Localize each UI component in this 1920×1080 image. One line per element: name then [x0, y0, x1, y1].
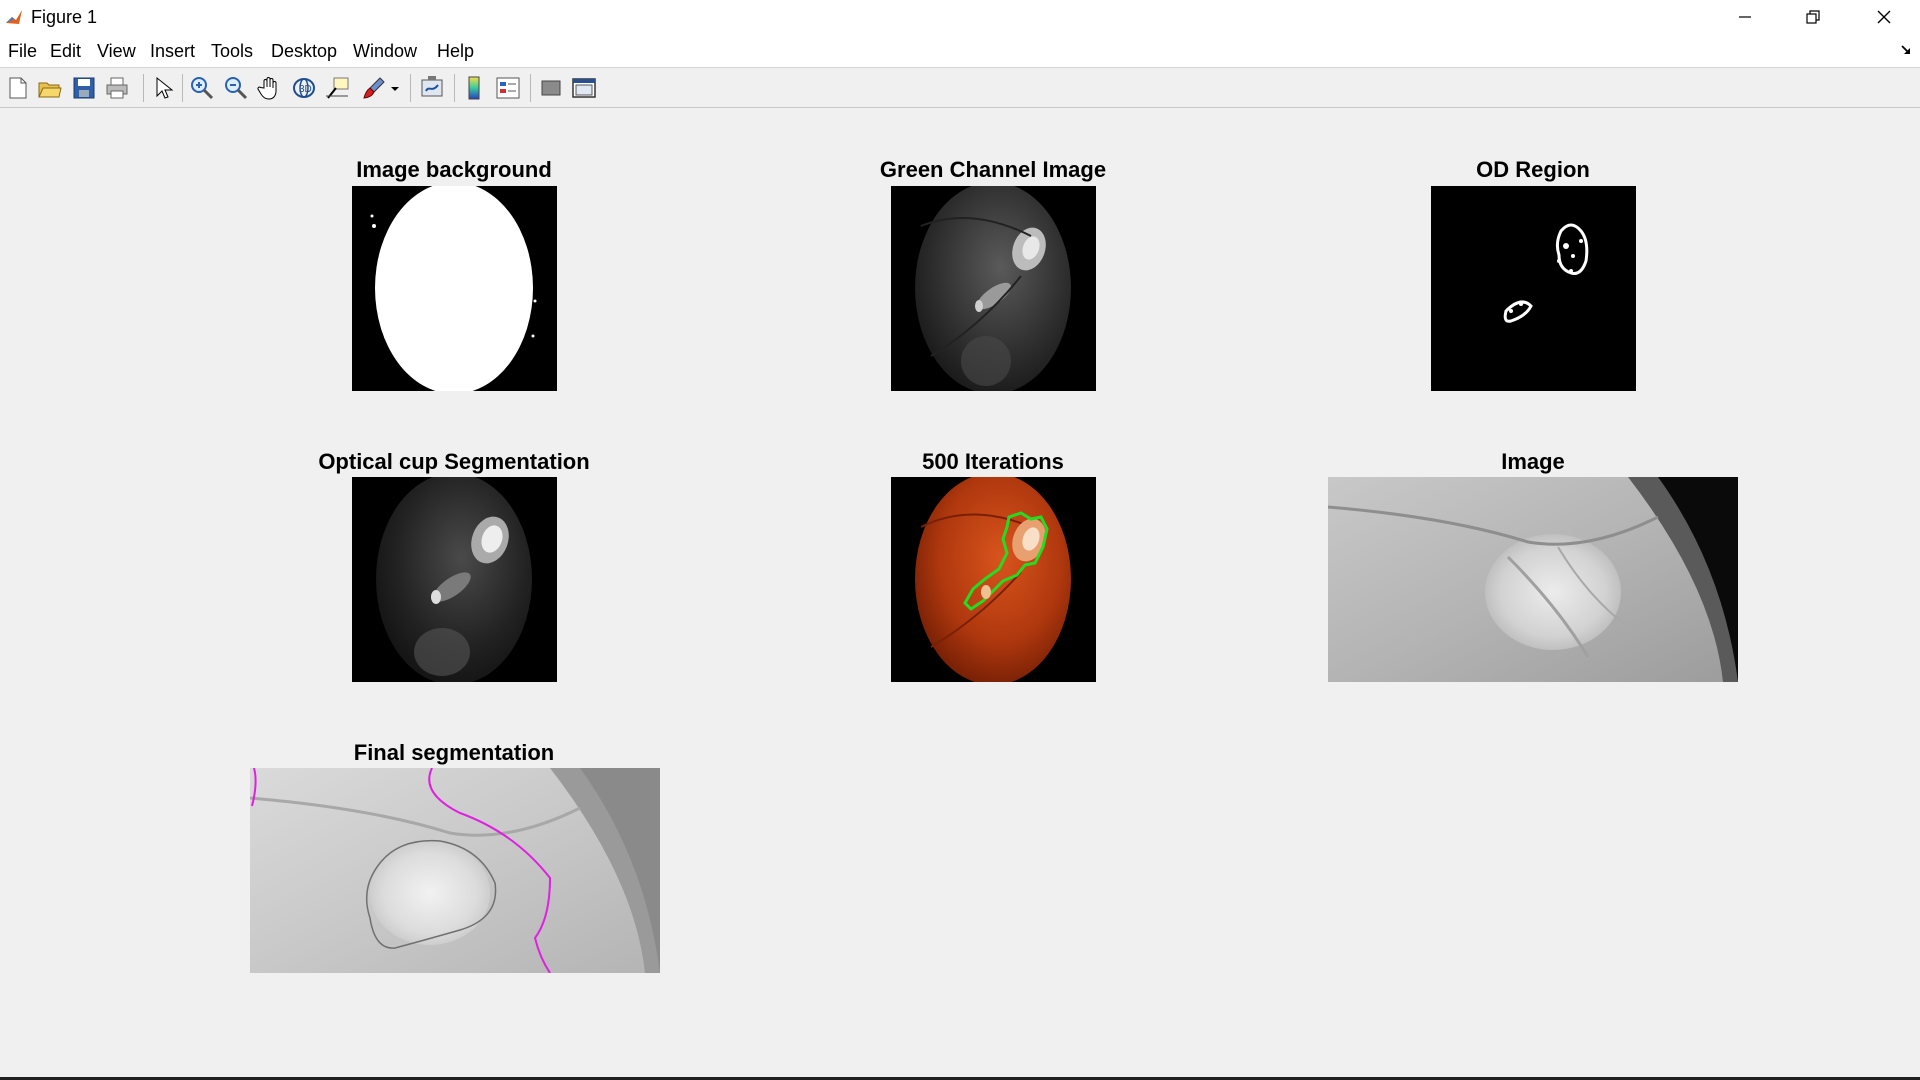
- subplot-title-final-segmentation: Final segmentation: [353, 740, 555, 765]
- dropdown-arrow-icon[interactable]: [388, 74, 402, 102]
- subplot-title-image: Image: [1501, 449, 1565, 474]
- axes-500-iterations[interactable]: [891, 477, 1096, 682]
- save-icon[interactable]: [70, 74, 98, 102]
- subplot-title-green-channel: Green Channel Image: [879, 157, 1107, 182]
- axes-image-background[interactable]: [352, 186, 557, 391]
- menu-file[interactable]: File: [8, 41, 37, 62]
- link-plot-icon[interactable]: [418, 74, 446, 102]
- toolbar-separator: [454, 74, 455, 102]
- menu-view[interactable]: View: [97, 41, 136, 62]
- close-icon: [1877, 10, 1891, 24]
- pan-hand-icon[interactable]: [256, 74, 284, 102]
- hide-plot-tools-icon[interactable]: [537, 74, 565, 102]
- menu-desktop[interactable]: Desktop: [271, 41, 337, 62]
- zoom-in-icon[interactable]: [188, 74, 216, 102]
- toolbar-separator: [182, 74, 183, 102]
- svg-text:3D: 3D: [299, 84, 312, 95]
- brush-icon[interactable]: [360, 74, 388, 102]
- matlab-logo-icon: [6, 10, 22, 24]
- menu-window[interactable]: Window: [353, 41, 417, 62]
- toolbar-separator: [143, 74, 144, 102]
- toolbar-separator: [530, 74, 531, 102]
- restore-icon: [1806, 10, 1820, 24]
- data-cursor-icon[interactable]: [324, 74, 352, 102]
- axes-green-channel[interactable]: [891, 186, 1096, 391]
- grayscale-cup-image: [376, 477, 532, 682]
- binary-od-region-image: [1503, 223, 1589, 323]
- grayscale-od-crop-contours-image: [250, 768, 660, 973]
- menu-help[interactable]: Help: [437, 41, 474, 62]
- figure-window: Figure 1 File Edit View Insert Tools Des…: [0, 0, 1920, 1080]
- menu-tools[interactable]: Tools: [211, 41, 253, 62]
- select-arrow-icon[interactable]: [148, 74, 176, 102]
- axes-optical-cup[interactable]: [352, 477, 557, 682]
- grayscale-od-crop-image: [1328, 477, 1738, 682]
- binary-ellipse-mask-image: [370, 186, 537, 391]
- subplot-title-od-region: OD Region: [1476, 157, 1590, 182]
- minimize-icon: [1739, 16, 1751, 18]
- color-fundus-contour-image: [915, 477, 1071, 682]
- menu-edit[interactable]: Edit: [50, 41, 81, 62]
- menu-bar: File Edit View Insert Tools Desktop Wind…: [0, 34, 1920, 68]
- legend-icon[interactable]: [494, 74, 522, 102]
- show-plot-tools-icon[interactable]: [570, 74, 598, 102]
- title-bar: Figure 1: [0, 0, 1920, 34]
- undock-arrow-icon[interactable]: [1900, 44, 1914, 58]
- colorbar-icon[interactable]: [460, 74, 488, 102]
- axes-final-segmentation[interactable]: [250, 768, 660, 973]
- subplot-title-image-background: Image background: [356, 157, 552, 182]
- subplot-title-optical-cup: Optical cup Segmentation: [318, 449, 590, 474]
- open-file-icon[interactable]: [36, 74, 64, 102]
- subplot-title-500-iterations: 500 Iterations: [922, 449, 1064, 474]
- axes-od-region[interactable]: [1431, 186, 1636, 391]
- minimize-button[interactable]: [1710, 0, 1780, 34]
- toolbar: 3D: [0, 68, 1920, 108]
- menu-insert[interactable]: Insert: [150, 41, 195, 62]
- zoom-out-icon[interactable]: [222, 74, 250, 102]
- axes-image-crop[interactable]: [1328, 477, 1738, 682]
- toolbar-separator: [410, 74, 411, 102]
- close-button[interactable]: [1849, 0, 1919, 34]
- restore-button[interactable]: [1778, 0, 1848, 34]
- window-title: Figure 1: [31, 7, 98, 27]
- new-figure-icon[interactable]: [4, 74, 32, 102]
- print-icon[interactable]: [103, 74, 131, 102]
- rotate-3d-icon[interactable]: 3D: [290, 74, 318, 102]
- grayscale-fundus-image: [915, 186, 1071, 391]
